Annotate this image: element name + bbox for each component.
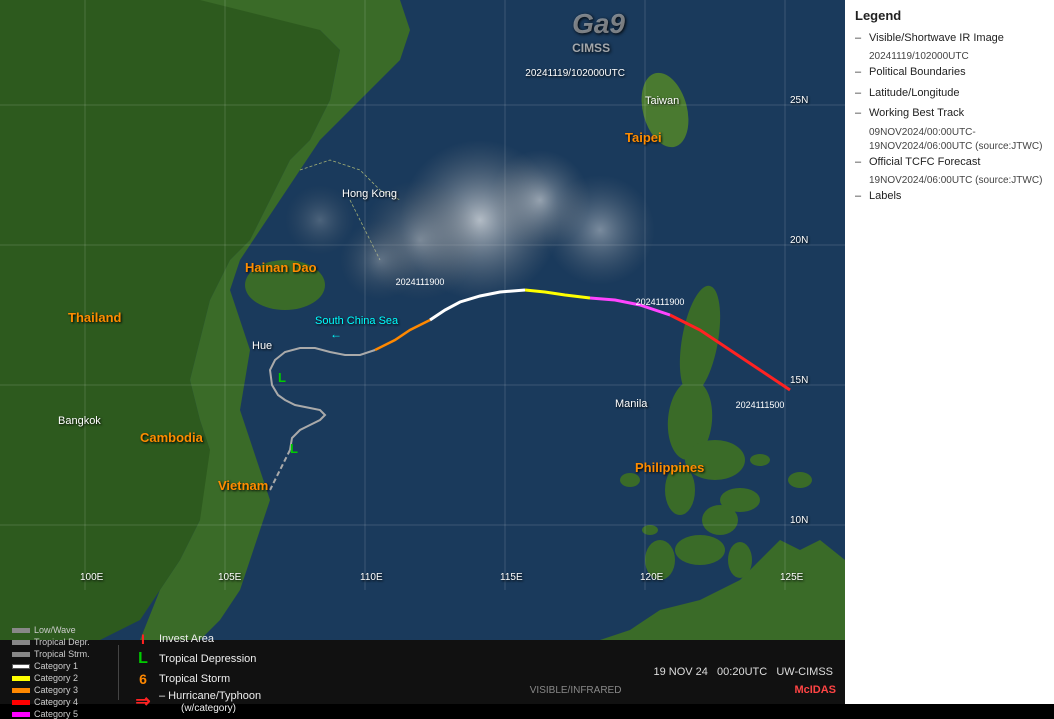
legend-official-sub: 19NOV2024/06:00UTC (source:JTWC): [869, 175, 1044, 186]
ts-swatch: Tropical Strm.: [12, 649, 102, 659]
ts-sym-label: Tropical Storm: [159, 673, 230, 685]
legend-best-track-sub1: 09NOV2024/00:00UTC-: [869, 127, 1044, 138]
cat5-swatch: Category 5: [12, 709, 102, 719]
low-wave-swatch: Low/Wave: [12, 625, 102, 635]
bottom-date: 19 NOV 24 00:20UTC UW-CIMSS: [653, 666, 833, 678]
invest-row: I Invest Area: [135, 631, 316, 647]
legend-latlng: – Latitude/Longitude: [855, 86, 1044, 101]
invest-label: Invest Area: [159, 633, 214, 645]
cat2-swatch: Category 2: [12, 673, 102, 683]
legend-visible-label: Visible/Shortwave IR Image: [869, 31, 1004, 46]
legend-visible-sub: 20241119/102000UTC: [869, 51, 1044, 62]
category-legend: Low/Wave Tropical Depr. Tropical Strm. C…: [12, 625, 102, 719]
map-container: L L 2024111900 2024111900 2024111500 ← T…: [0, 0, 845, 640]
legend-visible-ir: – Visible/Shortwave IR Image: [855, 31, 1044, 46]
legend-labels: – Labels: [855, 189, 1044, 204]
td-symbol: L: [135, 650, 151, 668]
legend-political-label: Political Boundaries: [869, 65, 966, 80]
mcidas-label: McIDAS: [794, 684, 836, 696]
symbol-legend: I Invest Area L Tropical Depression 6 Tr…: [135, 631, 316, 714]
legend-latlng-label: Latitude/Longitude: [869, 86, 960, 101]
legend-official-forecast: – Official TCFC Forecast: [855, 155, 1044, 170]
legend-labels-label: Labels: [869, 189, 901, 204]
legend-political: – Political Boundaries: [855, 65, 1044, 80]
legend-bottom: Low/Wave Tropical Depr. Tropical Strm. C…: [0, 640, 845, 704]
td-sym-label: Tropical Depression: [159, 653, 256, 665]
hurricane-row: ⇒ – Hurricane/Typhoon(w/category): [135, 690, 316, 714]
td-row: L Tropical Depression: [135, 650, 316, 668]
invest-symbol: I: [135, 631, 151, 647]
cat1-swatch: Category 1: [12, 661, 102, 671]
ts-row: 6 Tropical Storm: [135, 671, 316, 687]
cat4-swatch: Category 4: [12, 697, 102, 707]
legend-panel: Legend – Visible/Shortwave IR Image 2024…: [845, 0, 1054, 704]
legend-best-track-sub2: 19NOV2024/06:00UTC (source:JTWC): [869, 141, 1044, 152]
hurricane-label: – Hurricane/Typhoon(w/category): [159, 690, 261, 714]
hurricane-symbol: ⇒: [135, 691, 151, 712]
legend-official-label: Official TCFC Forecast: [869, 155, 980, 170]
td-swatch: Tropical Depr.: [12, 637, 102, 647]
timestamp-label: 20241119/102000UTC: [525, 68, 625, 79]
cat3-swatch: Category 3: [12, 685, 102, 695]
cimss-logo: Ga9 CIMSS: [572, 8, 625, 55]
legend-best-track: – Working Best Track: [855, 106, 1044, 121]
legend-best-track-label: Working Best Track: [869, 106, 964, 121]
bottom-type: VISIBLE/INFRARED: [530, 685, 622, 700]
legend-title: Legend: [855, 8, 1044, 23]
ts-symbol: 6: [135, 671, 151, 687]
